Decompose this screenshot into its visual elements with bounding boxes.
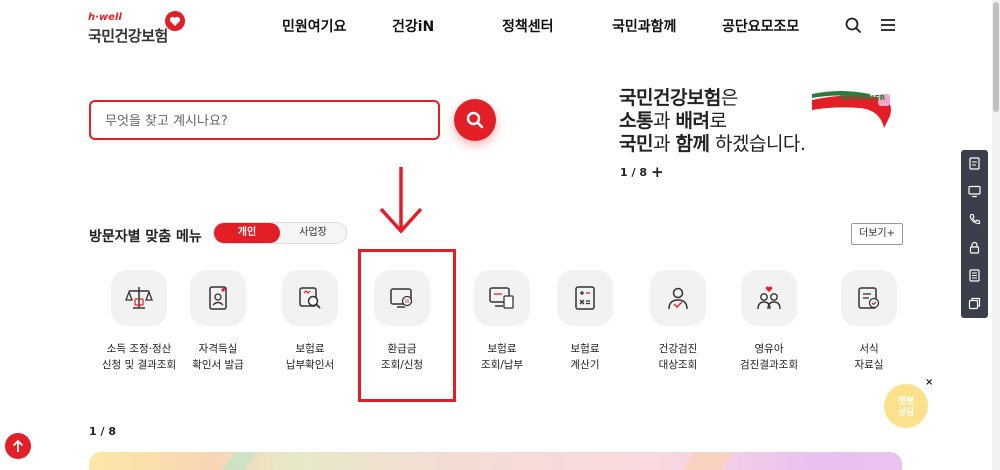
- nav-item-health-in[interactable]: 건강iN: [392, 16, 434, 36]
- quick-phone-button[interactable]: [961, 206, 988, 234]
- menu-icon-box: W: [374, 270, 430, 326]
- logo-main-text: 국민건강보험: [88, 27, 168, 45]
- slogan-citizens: 국민: [619, 133, 653, 155]
- slogan-particle: 은: [720, 87, 738, 109]
- banner-stripe: [222, 452, 258, 470]
- menu-item-label: 건강검진 대상조회: [658, 343, 698, 371]
- quick-lock-button[interactable]: [961, 234, 988, 262]
- svg-text:W: W: [405, 299, 410, 305]
- tab-business[interactable]: 사업장: [280, 223, 346, 243]
- tab-personal[interactable]: 개인: [214, 223, 280, 243]
- slogan-particle: 로: [709, 110, 727, 132]
- logo-hwell-text: h·well: [88, 12, 122, 23]
- slogan-communication: 소통: [619, 110, 653, 132]
- nav-item-policy[interactable]: 정책센터: [502, 16, 554, 36]
- chatbot-close-icon[interactable]: ×: [925, 377, 933, 388]
- payment-monitor-icon: [489, 287, 514, 309]
- arrow-up-icon: [12, 439, 24, 452]
- menu-icon-box: [474, 270, 530, 326]
- menu-icon-box: [557, 270, 613, 326]
- family-heart-icon: [757, 286, 781, 310]
- menu-icon-box: [190, 270, 246, 326]
- visitor-type-toggle: 개인 사업장: [213, 222, 347, 244]
- lock-icon: [969, 241, 980, 254]
- hamburger-menu-icon[interactable]: [877, 14, 899, 36]
- menu-item-label: 환급금 조회/신청: [380, 343, 424, 371]
- form-document-icon: [858, 287, 880, 309]
- nav-item-with-people[interactable]: 국민과함께: [612, 16, 676, 36]
- search-icon[interactable]: [842, 14, 864, 36]
- scroll-top-button[interactable]: [5, 433, 31, 459]
- scrollbar-thumb[interactable]: [993, 2, 999, 112]
- slogan-particle: 과: [652, 110, 676, 132]
- page-scrollbar[interactable]: [992, 0, 1000, 470]
- quick-document-button[interactable]: [961, 150, 988, 178]
- more-button[interactable]: 더보기+: [851, 223, 903, 245]
- banner-graphic-text: HEALTHIER: [840, 94, 886, 102]
- search-button[interactable]: [454, 99, 496, 141]
- menu-icon-box: [841, 270, 897, 326]
- slogan-care: 배려: [675, 110, 710, 132]
- copy-icon: [968, 297, 981, 310]
- banner-plus-button[interactable]: +: [651, 163, 664, 181]
- menu-icon-box: [111, 270, 167, 326]
- down-arrow-icon: [379, 167, 423, 234]
- section-title: 방문자별 맞춤 메뉴: [89, 229, 202, 245]
- calculator-icon: [575, 286, 595, 310]
- document-icon: [969, 157, 980, 170]
- quick-list-button[interactable]: [961, 262, 988, 290]
- banner-illustration: HEALTHIER: [810, 88, 900, 133]
- banner-pager: 1 / 8: [620, 166, 647, 179]
- nav-item-civil[interactable]: 민원여기요: [282, 16, 346, 36]
- chatbot-button[interactable]: 챗봇 상담: [884, 384, 928, 428]
- phone-icon: [969, 213, 981, 225]
- heart-logo-icon: [165, 11, 185, 31]
- search-icon: [466, 111, 484, 129]
- menu-icon-box: [741, 270, 797, 326]
- site-logo[interactable]: h·well 국민건강보험: [88, 10, 198, 46]
- quick-menu-bar: [961, 150, 988, 318]
- banner-stripe: [682, 452, 736, 470]
- monitor-icon: [968, 185, 981, 198]
- checkup-person-icon: [668, 287, 688, 310]
- menu-item-label: 서식 자료실: [854, 343, 884, 371]
- menu-item-label: 보험료 납부확인서: [285, 343, 335, 371]
- menu-icon-box: [650, 270, 706, 326]
- chatbot-label: 상담: [897, 408, 915, 418]
- menu-pager: 1 / 8: [89, 425, 116, 438]
- receipt-search-icon: [299, 287, 321, 309]
- slogan-nhis: 국민건강보험: [619, 87, 721, 109]
- refund-monitor-icon: W: [390, 288, 413, 308]
- menu-item-label: 자격득실 확인서 발급: [192, 343, 244, 371]
- slogan-particle: 과: [652, 133, 676, 155]
- bottom-banner[interactable]: [89, 452, 902, 470]
- menu-icon-box: [282, 270, 338, 326]
- menu-item-label: 영유아 검진결과조회: [740, 343, 798, 371]
- search-box: [89, 100, 440, 140]
- search-input[interactable]: [105, 110, 425, 132]
- nav-item-about[interactable]: 공단요모조모: [722, 16, 799, 36]
- menu-item-label: 보험료 계산기: [570, 343, 600, 371]
- quick-copy-button[interactable]: [961, 290, 988, 318]
- slogan-together: 함께: [675, 133, 710, 155]
- slogan-ending: 하겠습니다.: [709, 133, 806, 155]
- quick-monitor-button[interactable]: [961, 178, 988, 206]
- list-document-icon: [969, 269, 980, 282]
- id-card-icon: [209, 286, 227, 310]
- scale-icon: [125, 287, 153, 309]
